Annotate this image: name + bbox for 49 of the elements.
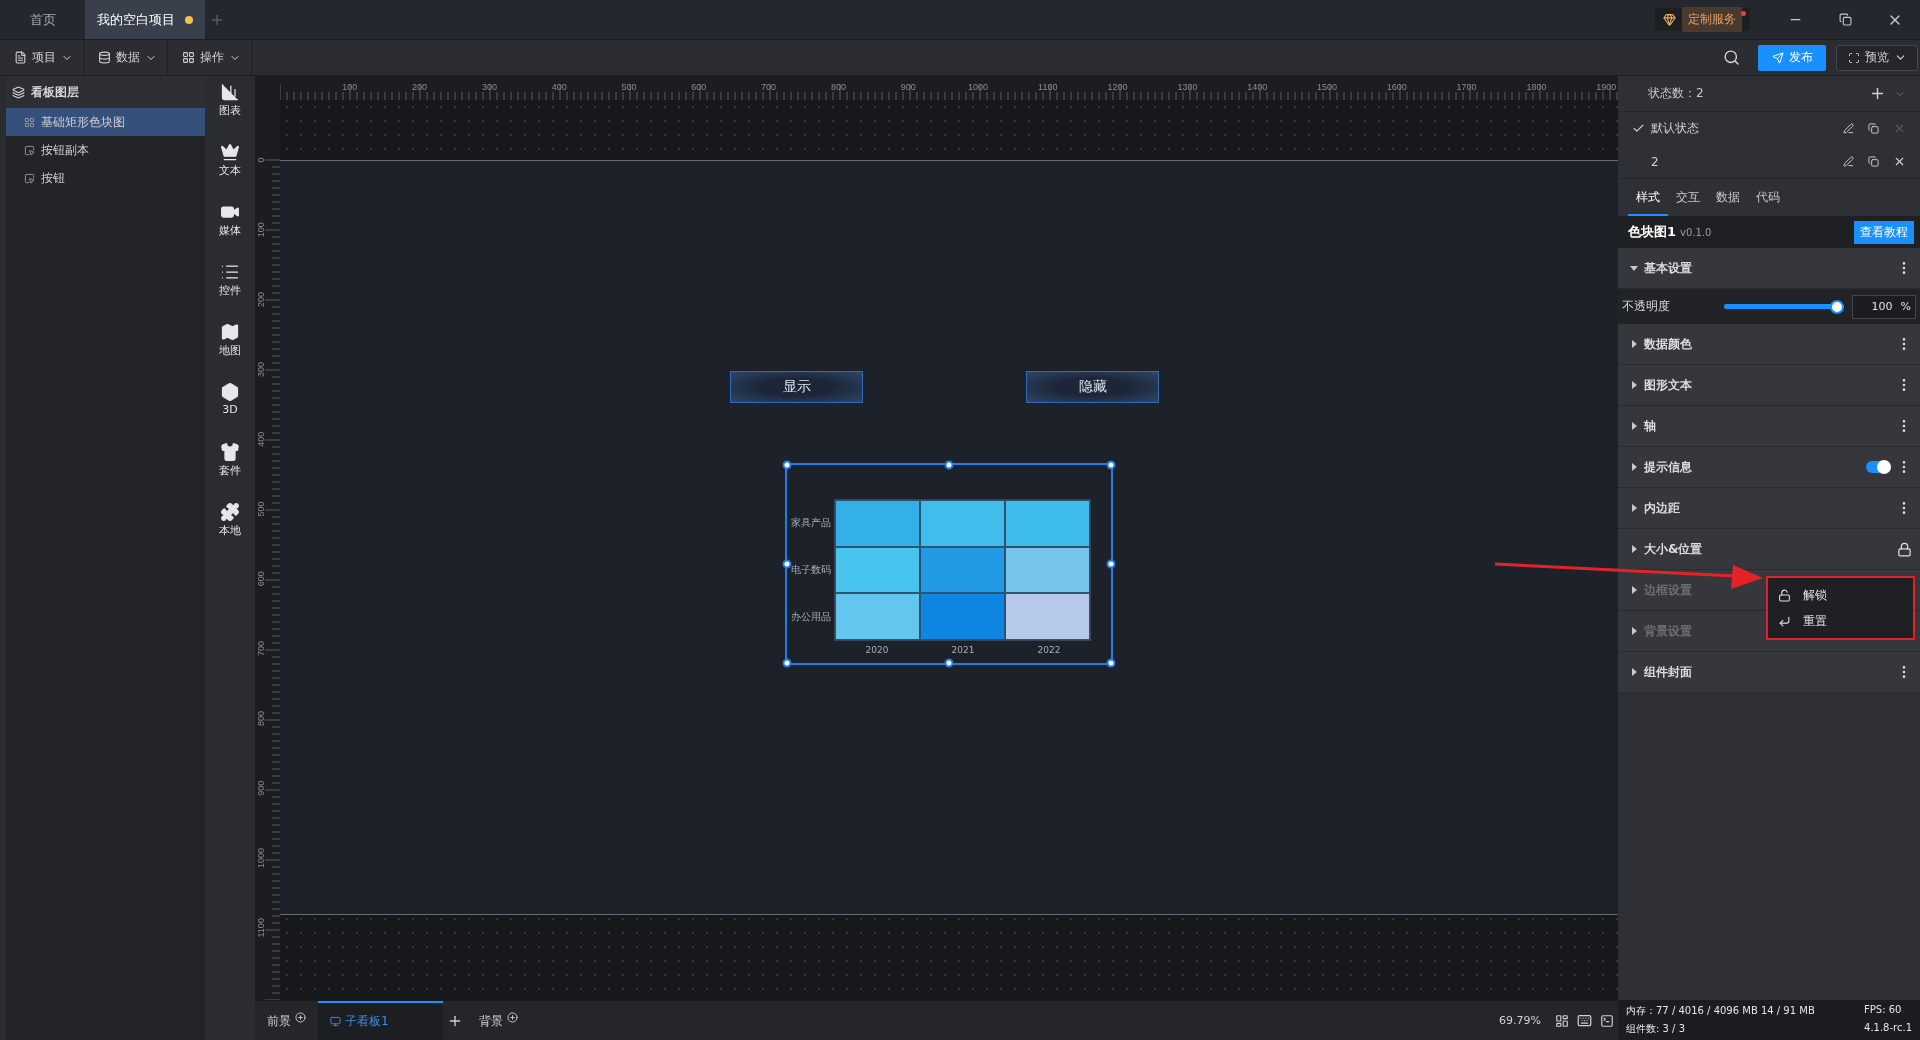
ruler-label: 300 (481, 82, 497, 92)
zoom-level: 69.79% (1499, 1014, 1541, 1027)
ruler-label: 1000 (967, 82, 988, 92)
ruler-label: 1700 (1456, 82, 1477, 92)
ruler-label: 1800 (1526, 82, 1547, 92)
ruler-label: 600 (691, 82, 707, 92)
axis-label: 电子数码 (791, 563, 831, 577)
memory-usage: 内存：77 / 4016 / 4096 MB 14 / 91 MB (1626, 1004, 1816, 1018)
ruler-label: 1000 (256, 848, 266, 868)
ruler-label: 100 (342, 82, 358, 92)
ruler-label: 300 (256, 361, 266, 377)
ruler-label: 400 (256, 431, 266, 447)
panel-title: 看板图层 (31, 83, 79, 101)
fps-counter: FPS: 60 (1864, 1004, 1903, 1017)
ruler-label: 1100 (256, 918, 266, 938)
ruler-label: 1400 (1247, 82, 1268, 92)
ruler-label: 1100 (1038, 82, 1058, 92)
ruler-label: 600 (256, 571, 266, 587)
component-version: v0.1.0 (1680, 226, 1713, 238)
ruler-label: 800 (256, 710, 266, 726)
ruler-label: 700 (256, 641, 266, 657)
ruler-label: 200 (256, 292, 266, 308)
axis-label: 家具产品 (791, 516, 831, 530)
ruler-label: 1300 (1177, 82, 1198, 92)
state-name: 2 (1650, 154, 1660, 169)
ruler-label: 1900 (1596, 82, 1617, 92)
ruler-label: 1600 (1386, 82, 1407, 92)
ruler-label: 100 (256, 222, 266, 238)
version-label: 4.1.8-rc.1 (1864, 1022, 1912, 1035)
ruler-label: 200 (412, 82, 428, 92)
field-label: 不透明度 (1622, 298, 1671, 315)
state-name: 默认状态 (1651, 120, 1700, 137)
ruler-label: 0 (256, 157, 266, 163)
state-count: 状态数：2 (1648, 85, 1705, 102)
component-count: 组件数: 3 / 3 (1626, 1022, 1686, 1036)
ruler-label: 900 (256, 780, 266, 796)
component-name: 色块图1 (1628, 223, 1677, 241)
ruler-label: 1500 (1316, 82, 1337, 92)
axis-label: 办公用品 (791, 610, 831, 624)
ruler-label: 900 (900, 82, 916, 92)
ruler-label: 500 (621, 82, 637, 92)
ruler-label: 1200 (1107, 82, 1128, 92)
ruler-label: 700 (761, 82, 777, 92)
axis-label: 2022 (1036, 645, 1062, 655)
axis-label: 2020 (864, 645, 890, 655)
axis-label: 2021 (950, 645, 976, 655)
ruler-label: 400 (551, 82, 567, 92)
ruler-label: 500 (256, 501, 266, 517)
ruler-label: 800 (830, 82, 846, 92)
